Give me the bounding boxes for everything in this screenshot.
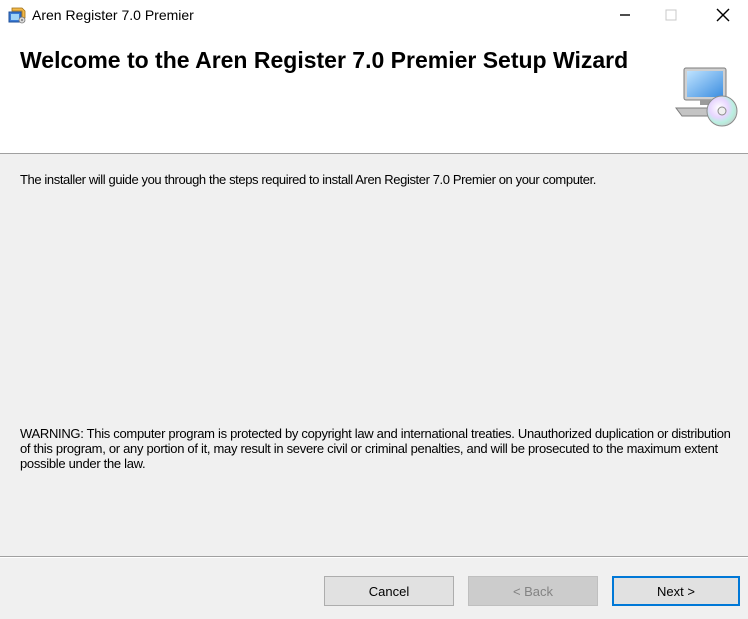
cancel-button[interactable]: Cancel: [324, 576, 454, 606]
maximize-icon: [665, 9, 677, 21]
installer-icon: [8, 6, 26, 24]
next-button[interactable]: Next >: [612, 576, 740, 606]
minimize-button[interactable]: [602, 0, 648, 30]
maximize-button: [648, 0, 694, 30]
back-button: < Back: [468, 576, 598, 606]
computer-cd-icon: [674, 64, 740, 130]
wizard-banner: Welcome to the Aren Register 7.0 Premier…: [0, 30, 748, 154]
title-bar[interactable]: Aren Register 7.0 Premier: [0, 0, 748, 30]
close-icon: [716, 8, 730, 22]
setup-wizard-window: Aren Register 7.0 Premier Welcome to the…: [0, 0, 748, 619]
copyright-warning: WARNING: This computer program is protec…: [20, 426, 731, 471]
intro-text: The installer will guide you through the…: [20, 172, 596, 187]
minimize-icon: [620, 14, 630, 16]
window-title: Aren Register 7.0 Premier: [32, 7, 194, 23]
footer-divider: [0, 556, 748, 558]
wizard-title: Welcome to the Aren Register 7.0 Premier…: [20, 47, 629, 73]
close-button[interactable]: [700, 0, 746, 30]
wizard-content: The installer will guide you through the…: [0, 154, 748, 554]
